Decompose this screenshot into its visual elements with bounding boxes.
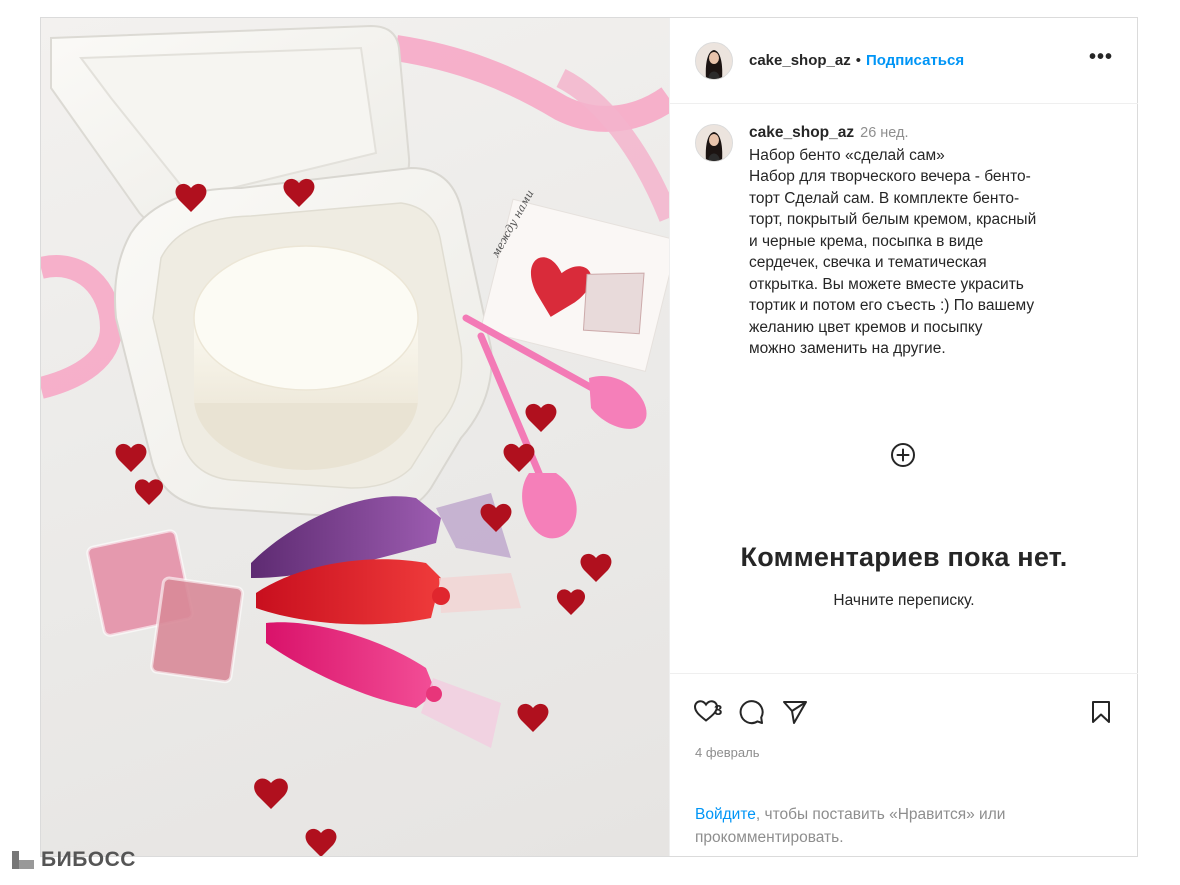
share-button[interactable]: [781, 698, 809, 731]
comment-button[interactable]: [737, 698, 765, 731]
bento-cake-illustration: между нами: [41, 24, 669, 856]
follow-button[interactable]: Подписаться: [866, 52, 964, 69]
caption-line: и черные крема, посыпка в виде: [749, 232, 984, 250]
user-avatar-icon: [696, 42, 732, 79]
caption-line: торт, покрытый белым кремом, красный: [749, 211, 1037, 228]
bookmark-icon: [1092, 701, 1110, 723]
login-prompt: Войдите, чтобы поставить «Нравится» или …: [695, 803, 1115, 849]
load-more-comments-button[interactable]: [888, 440, 918, 470]
caption-line: тортик и потом его съесть :) По вашему: [749, 297, 1035, 314]
caption-avatar[interactable]: [695, 124, 733, 162]
post-actions: 3 4 февраль Войдите, чтобы поставить «Нр…: [670, 673, 1138, 856]
caption: cake_shop_az 26 нед. Набор бенто «сделай …: [695, 122, 1125, 360]
login-prompt-text: , чтобы поставить «Нравится» или: [755, 806, 1006, 823]
like-count[interactable]: 3: [714, 702, 722, 719]
comment-icon: [739, 700, 764, 725]
caption-line: торт Сделай сам. В комплекте бенто-: [749, 189, 1020, 207]
caption-line: Набор для творческого вечера - бенто-: [749, 168, 1031, 185]
header-username[interactable]: cake_shop_az: [749, 52, 851, 69]
post-date[interactable]: 4 февраль: [695, 745, 760, 760]
caption-line: желанию цвет кремов и посыпку: [749, 318, 983, 336]
bibos-logo-icon: [12, 851, 34, 869]
no-comments-title: Комментариев пока нет.: [740, 542, 1068, 572]
plus-circle-icon: [891, 443, 915, 467]
post-side-panel: cake_shop_az • Подписаться ••• cake_shop…: [669, 18, 1138, 856]
header-separator: •: [855, 52, 861, 69]
login-link[interactable]: Войдите: [695, 806, 756, 823]
caption-line: сердечек, свечка и тематическая: [749, 254, 987, 271]
more-options-icon[interactable]: •••: [1088, 47, 1114, 72]
start-conversation-text: Начните переписку.: [833, 592, 975, 609]
caption-username[interactable]: cake_shop_az: [749, 124, 854, 141]
post-photo[interactable]: между нами: [41, 18, 669, 856]
send-icon: [783, 701, 807, 724]
user-avatar-icon: [696, 125, 732, 161]
caption-line: можно заменить на другие.: [749, 340, 946, 357]
save-button[interactable]: [1089, 699, 1113, 730]
watermark: БИБОСС: [12, 848, 136, 872]
user-avatar[interactable]: [695, 41, 733, 80]
post-frame: между нами cake_shop_az • Подписаться ••…: [40, 17, 1138, 857]
caption-text: cake_shop_az 26 нед. Набор бенто «сделай …: [749, 122, 1124, 360]
login-prompt-text: прокомментировать.: [695, 829, 844, 846]
caption-line: Набор бенто «сделай сам»: [749, 146, 945, 164]
post-header: cake_shop_az • Подписаться •••: [670, 18, 1138, 104]
caption-time[interactable]: 26 нед.: [860, 125, 908, 141]
watermark-text: БИБОСС: [41, 848, 136, 871]
caption-line: открытка. Вы можете вместе украсить: [749, 275, 1024, 293]
